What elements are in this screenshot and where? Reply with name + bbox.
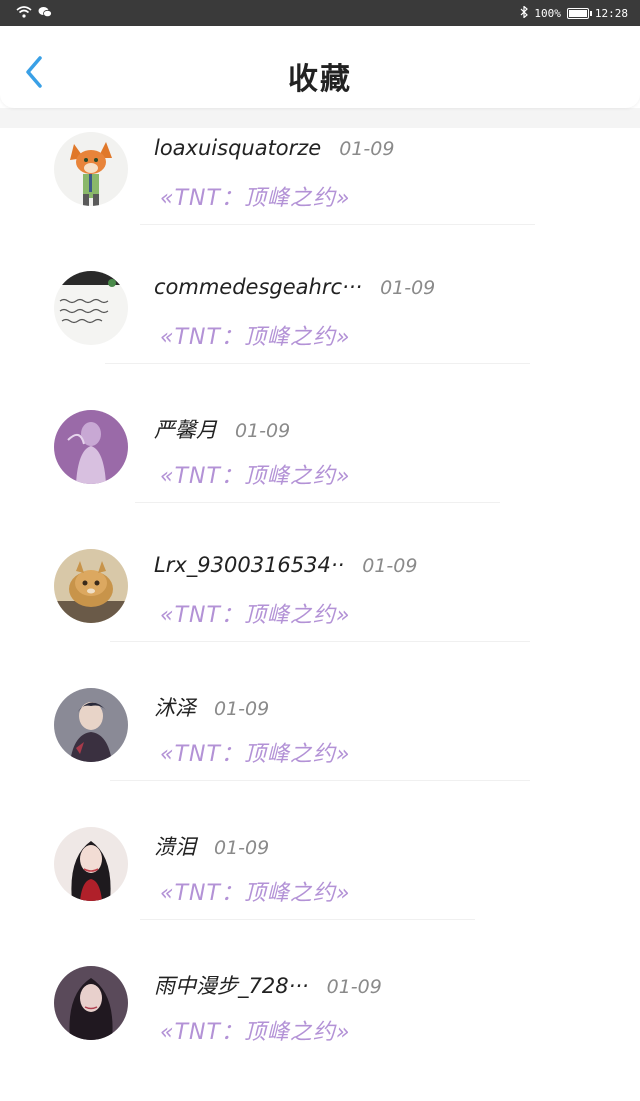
name-row: 严馨月 01-09 [154,414,290,444]
status-bar: 100% 12:28 [0,0,640,26]
post-date: 01-09 [235,420,291,442]
battery-percent: 100% [534,6,561,20]
avatar[interactable] [54,966,128,1040]
favorite-title[interactable]: «TNT：顶峰之约» [160,180,351,212]
name-row: loaxuisquatorze 01-09 [154,136,394,160]
post-date: 01-09 [339,138,395,160]
user-name[interactable]: commedesgeahrc··· [154,275,362,299]
handwriting-note-icon [54,271,128,345]
favorites-list: loaxuisquatorze 01-09 «TNT：顶峰之约» commede… [0,128,640,1101]
name-row: 沭泽 01-09 [154,692,269,722]
avatar[interactable] [54,688,128,762]
divider [110,641,530,642]
favorite-item[interactable]: commedesgeahrc··· 01-09 «TNT：顶峰之约» [0,267,640,406]
boy-portrait-icon [54,688,128,762]
user-name[interactable]: 沭泽 [154,692,196,722]
user-name[interactable]: 严馨月 [154,414,217,444]
wechat-icon [38,6,52,21]
favorite-title[interactable]: «TNT：顶峰之约» [160,875,351,907]
favorite-title[interactable]: «TNT：顶峰之约» [160,1014,351,1046]
user-name[interactable]: 溃泪 [154,831,196,861]
post-date: 01-09 [380,277,436,299]
divider [140,919,475,920]
avatar[interactable] [54,827,128,901]
name-row: Lrx_9300316534·· 01-09 [154,553,417,577]
clock: 12:28 [594,6,628,20]
status-right: 100% 12:28 [520,4,628,21]
user-name[interactable]: loaxuisquatorze [154,136,321,160]
girl-portrait-dark-icon [54,966,128,1040]
post-date: 01-09 [326,976,382,998]
avatar[interactable] [54,410,128,484]
cat-icon [54,549,128,623]
purple-portrait-icon [54,410,128,484]
header-separator [0,108,640,128]
divider [135,502,500,503]
divider [140,224,535,225]
post-date: 01-09 [214,698,270,720]
name-row: 雨中漫步_728··· 01-09 [154,970,382,1000]
bluetooth-icon [520,4,529,21]
favorite-title[interactable]: «TNT：顶峰之约» [160,458,351,490]
status-left [16,5,52,21]
post-date: 01-09 [214,837,270,859]
favorite-item[interactable]: loaxuisquatorze 01-09 «TNT：顶峰之约» [0,128,640,267]
favorite-item[interactable]: 溃泪 01-09 «TNT：顶峰之约» [0,823,640,962]
avatar[interactable] [54,549,128,623]
wifi-icon [16,5,32,21]
header-bar: 收藏 [0,26,640,108]
girl-portrait-icon [54,827,128,901]
fox-cartoon-icon [54,132,128,206]
divider [105,363,530,364]
favorite-title[interactable]: «TNT：顶峰之约» [160,736,351,768]
name-row: commedesgeahrc··· 01-09 [154,275,435,299]
page-title: 收藏 [288,62,352,97]
favorite-item[interactable]: 严馨月 01-09 «TNT：顶峰之约» [0,406,640,545]
favorite-item[interactable]: 雨中漫步_728··· 01-09 «TNT：顶峰之约» [0,962,640,1101]
battery-icon [566,7,592,19]
favorite-item[interactable]: Lrx_9300316534·· 01-09 «TNT：顶峰之约» [0,545,640,684]
favorite-item[interactable]: 沭泽 01-09 «TNT：顶峰之约» [0,684,640,823]
name-row: 溃泪 01-09 [154,831,269,861]
divider [110,780,530,781]
avatar[interactable] [54,132,128,206]
favorite-title[interactable]: «TNT：顶峰之约» [160,319,351,351]
favorite-title[interactable]: «TNT：顶峰之约» [160,597,351,629]
user-name[interactable]: Lrx_9300316534·· [154,553,344,577]
avatar[interactable] [54,271,128,345]
user-name[interactable]: 雨中漫步_728··· [154,970,309,1000]
post-date: 01-09 [362,555,418,577]
